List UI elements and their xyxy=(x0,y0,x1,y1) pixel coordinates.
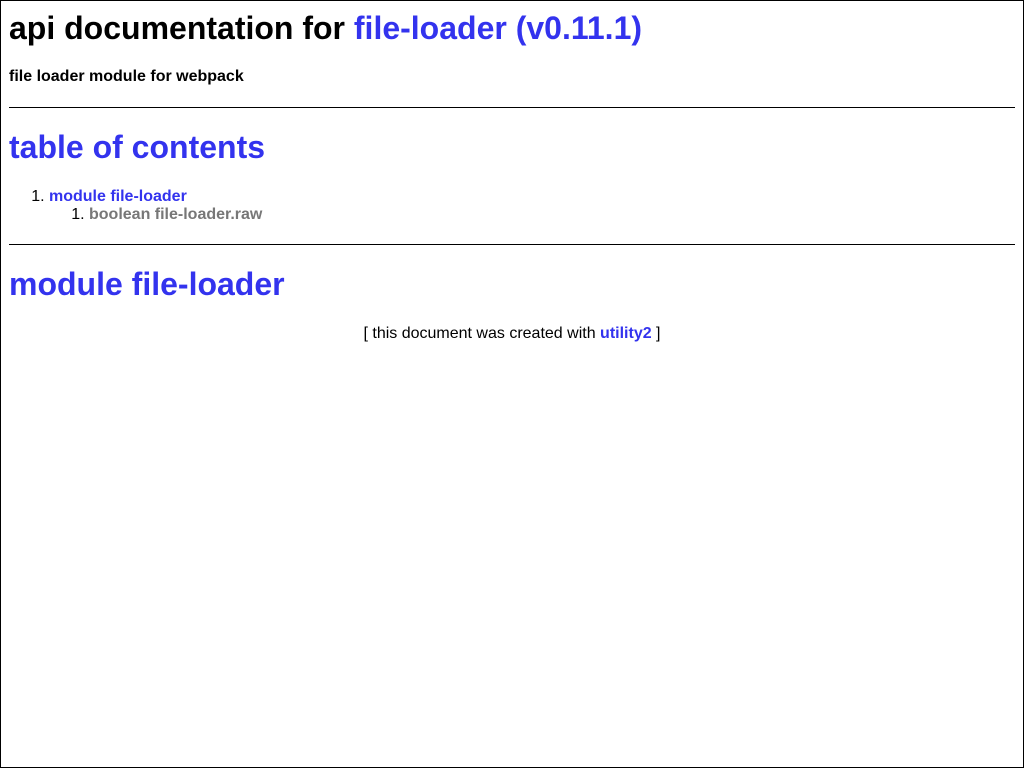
toc-link-module-file-loader[interactable]: module file-loader xyxy=(49,188,187,205)
footer-prefix: [ this document was created with xyxy=(363,325,601,342)
package-description: file loader module for webpack xyxy=(9,68,244,85)
page-title-prefix: api documentation for xyxy=(9,10,354,46)
toc-sublist: boolean file-loader.raw xyxy=(49,206,262,224)
divider-top xyxy=(9,107,1015,108)
footer-suffix: ] xyxy=(651,325,661,342)
package-link[interactable]: file-loader (v0.11.1) xyxy=(354,10,642,46)
toc-item-module: module file-loader boolean file-loader.r… xyxy=(49,188,262,224)
toc-link-boolean-raw[interactable]: boolean file-loader.raw xyxy=(89,206,262,223)
page-title: api documentation for file-loader (v0.11… xyxy=(9,10,642,47)
divider-middle xyxy=(9,244,1015,245)
toc-heading: table of contents xyxy=(9,129,266,165)
module-heading: module file-loader xyxy=(9,266,285,302)
toc-subitem: boolean file-loader.raw xyxy=(89,206,262,224)
footer: [ this document was created with utility… xyxy=(1,324,1023,343)
utility2-link[interactable]: utility2 xyxy=(600,325,652,342)
toc-list: module file-loader boolean file-loader.r… xyxy=(9,188,262,224)
